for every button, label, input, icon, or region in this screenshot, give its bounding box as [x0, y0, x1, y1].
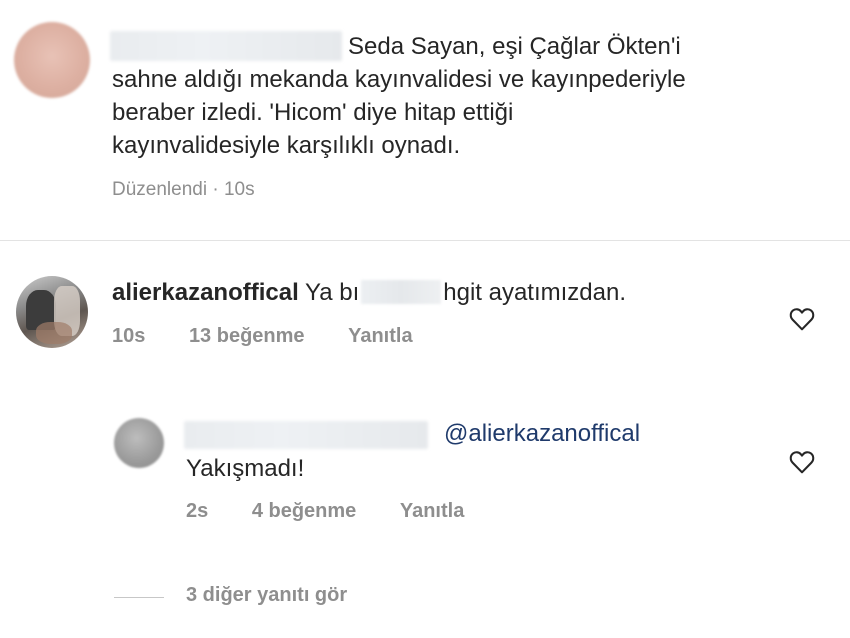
comment-time: 10s: [112, 325, 146, 347]
comment-meta: 10s 13 beğenme Yanıtla: [112, 325, 413, 348]
reply-mention[interactable]: @alierkazanoffical: [444, 420, 640, 448]
view-more-replies-button[interactable]: 3 diğer yanıtı gör: [186, 584, 347, 607]
more-replies-line: [114, 597, 164, 598]
heart-icon[interactable]: [789, 307, 815, 331]
commenter-avatar[interactable]: [16, 276, 88, 348]
reply-reply-button[interactable]: Yanıtla: [400, 500, 464, 523]
comment-text-end: hgit ayatımızdan.: [443, 279, 627, 306]
comment-likes-count[interactable]: 13 beğenme: [189, 325, 305, 348]
comment-reply-button[interactable]: Yanıtla: [348, 325, 412, 348]
reply-author-avatar[interactable]: [114, 418, 164, 468]
heart-icon[interactable]: [789, 450, 815, 474]
caption-author-avatar[interactable]: [14, 22, 90, 98]
comment-username[interactable]: alierkazanoffical: [112, 279, 299, 306]
reply-text: Yakışmadı!: [186, 455, 305, 482]
reply-likes-count[interactable]: 4 beğenme: [252, 500, 356, 523]
divider: [0, 240, 850, 241]
caption-meta: Düzenlendi · 10s: [112, 179, 255, 200]
comment-text-start: Ya bı: [304, 279, 360, 306]
reply-meta: 2s 4 beğenme Yanıtla: [186, 500, 464, 523]
comment-body: alierkazanoffical Ya bı hgit ayatımızdan.: [112, 279, 626, 307]
reply-time: 2s: [186, 500, 209, 522]
reply-author-name-redacted: [184, 421, 428, 449]
comment-redacted-word: [361, 280, 442, 304]
caption-text: Seda Sayan, eşi Çağlar Ökten'i sahne ald…: [112, 33, 686, 159]
